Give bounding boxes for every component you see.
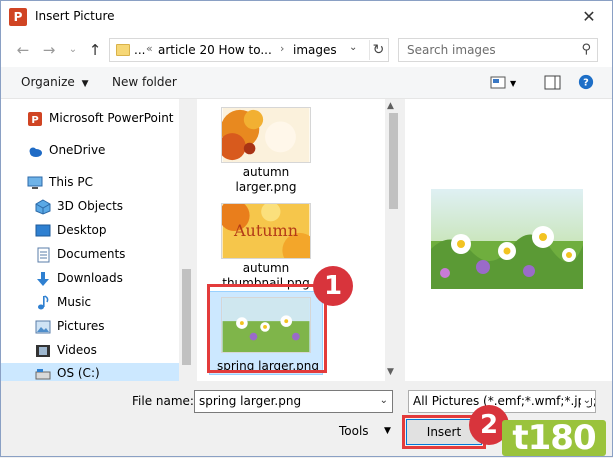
- pictures-icon: [35, 320, 51, 334]
- breadcrumb-images-folder[interactable]: images: [293, 43, 337, 57]
- nav-label: OneDrive: [49, 143, 106, 157]
- file-name-label: File name:: [132, 394, 194, 408]
- file-name-dropdown-icon[interactable]: ⌄: [380, 395, 388, 406]
- drive-icon: [35, 369, 51, 380]
- watermark-logo: t180: [502, 420, 606, 456]
- navigation-pane: P Microsoft PowerPoint OneDrive This PC …: [1, 99, 194, 381]
- breadcrumb-overflow[interactable]: ...: [134, 43, 145, 57]
- address-bar[interactable]: ... « article 20 How to... › images ⌄ ↻: [109, 38, 389, 62]
- file-tile[interactable]: autumn larger.png: [207, 107, 325, 199]
- autumn-thumbnail: [221, 107, 311, 163]
- nav-label: Videos: [57, 343, 97, 357]
- nav-item-os-drive[interactable]: OS (C:): [1, 363, 179, 381]
- nav-item-videos[interactable]: Videos: [35, 340, 177, 362]
- nav-item-documents[interactable]: Documents: [35, 244, 177, 266]
- nav-label: Pictures: [57, 319, 105, 333]
- organize-dropdown-icon: ▼: [81, 79, 89, 89]
- video-icon: [36, 345, 50, 357]
- computer-icon: [27, 176, 43, 189]
- cube-icon: [35, 199, 51, 215]
- nav-item-this-pc[interactable]: This PC: [27, 172, 177, 194]
- insert-picture-dialog: P Insert Picture ✕ ← → ⌄ ↑ ... « article…: [0, 0, 613, 457]
- svg-text:P: P: [31, 115, 38, 126]
- file-name-line1: autumn: [242, 261, 290, 275]
- address-dropdown-icon[interactable]: ⌄: [349, 42, 357, 53]
- organize-label: Organize: [21, 75, 75, 89]
- breadcrumb-article-folder[interactable]: article 20 How to...: [158, 43, 272, 57]
- nav-item-3d-objects[interactable]: 3D Objects: [35, 196, 177, 218]
- title-bar: P Insert Picture ✕: [1, 1, 612, 33]
- forward-arrow-icon[interactable]: →: [39, 41, 59, 59]
- file-list-scrollbar[interactable]: ▲ ▼: [385, 99, 402, 381]
- file-type-value: All Pictures (*.emf;*.wmf;*.jpg;*: [413, 394, 596, 408]
- nav-label: Microsoft PowerPoint: [49, 111, 174, 125]
- nav-scrollbar-thumb[interactable]: [182, 269, 191, 365]
- scroll-down-icon[interactable]: ▼: [387, 367, 394, 377]
- nav-label: Downloads: [57, 271, 123, 285]
- view-options-icon[interactable]: [490, 75, 508, 91]
- navigation-bar: ← → ⌄ ↑ ... « article 20 How to... › ima…: [1, 33, 612, 67]
- svg-text:?: ?: [583, 78, 589, 89]
- command-toolbar: Organize ▼ New folder ▼ ?: [1, 67, 612, 99]
- nav-item-desktop[interactable]: Desktop: [35, 220, 177, 242]
- file-name-line2: larger.png: [235, 180, 297, 194]
- nav-item-downloads[interactable]: Downloads: [35, 268, 177, 290]
- close-button[interactable]: ✕: [576, 6, 602, 28]
- spring-preview-image: [431, 189, 583, 289]
- nav-item-powerpoint[interactable]: P Microsoft PowerPoint: [27, 108, 177, 130]
- nav-label: Documents: [57, 247, 126, 261]
- tools-dropdown-icon[interactable]: ▼: [384, 426, 391, 436]
- preview-pane-icon[interactable]: [544, 75, 562, 91]
- up-arrow-icon[interactable]: ↑: [85, 41, 105, 59]
- file-name-field[interactable]: spring larger.png ⌄: [194, 390, 393, 413]
- nav-label: Desktop: [57, 223, 107, 237]
- autumn-overlay-text: Autumn: [233, 221, 299, 240]
- breadcrumb-separator: ›: [280, 42, 285, 55]
- new-folder-button[interactable]: New folder: [112, 75, 177, 89]
- nav-label: OS (C:): [57, 366, 100, 380]
- nav-scrollbar[interactable]: [179, 99, 194, 381]
- folder-icon: [116, 44, 130, 56]
- step-badge-1: 1: [313, 266, 353, 306]
- tools-button[interactable]: Tools: [339, 424, 369, 438]
- refresh-icon[interactable]: ↻: [369, 40, 387, 60]
- file-list-scrollbar-thumb[interactable]: [389, 113, 398, 209]
- download-icon: [37, 272, 49, 286]
- file-type-dropdown-icon[interactable]: ⌄: [580, 395, 591, 406]
- search-box[interactable]: Search images ⚲: [398, 38, 598, 62]
- nav-label: This PC: [49, 175, 93, 189]
- nav-label: Music: [57, 295, 92, 309]
- search-input[interactable]: Search images: [407, 43, 496, 57]
- preview-pane: [405, 99, 612, 381]
- organize-button[interactable]: Organize ▼: [21, 75, 89, 89]
- nav-item-pictures[interactable]: Pictures: [35, 316, 177, 338]
- highlight-selected-file: [207, 284, 327, 373]
- nav-item-onedrive[interactable]: OneDrive: [27, 140, 177, 162]
- cloud-icon: [29, 147, 42, 157]
- music-icon: [38, 295, 49, 310]
- document-icon: [37, 247, 50, 263]
- window-title: Insert Picture: [35, 9, 115, 23]
- desktop-icon: [35, 224, 51, 237]
- back-arrow-icon[interactable]: ←: [13, 41, 33, 59]
- file-name-line1: autumn: [242, 165, 290, 179]
- breadcrumb-separator: «: [146, 42, 153, 55]
- powerpoint-icon: P: [28, 112, 42, 126]
- search-icon: ⚲: [581, 42, 591, 57]
- nav-label: 3D Objects: [57, 199, 124, 213]
- recent-locations-chevron-icon[interactable]: ⌄: [63, 44, 83, 55]
- nav-item-music[interactable]: Music: [35, 292, 177, 314]
- scroll-up-icon[interactable]: ▲: [387, 101, 394, 111]
- file-name-value[interactable]: spring larger.png: [199, 394, 301, 408]
- powerpoint-app-icon: P: [9, 8, 27, 26]
- file-tile[interactable]: Autumn autumn thumbnail.png: [207, 203, 325, 295]
- view-dropdown-icon[interactable]: ▼: [510, 79, 516, 88]
- help-icon[interactable]: ?: [577, 74, 595, 90]
